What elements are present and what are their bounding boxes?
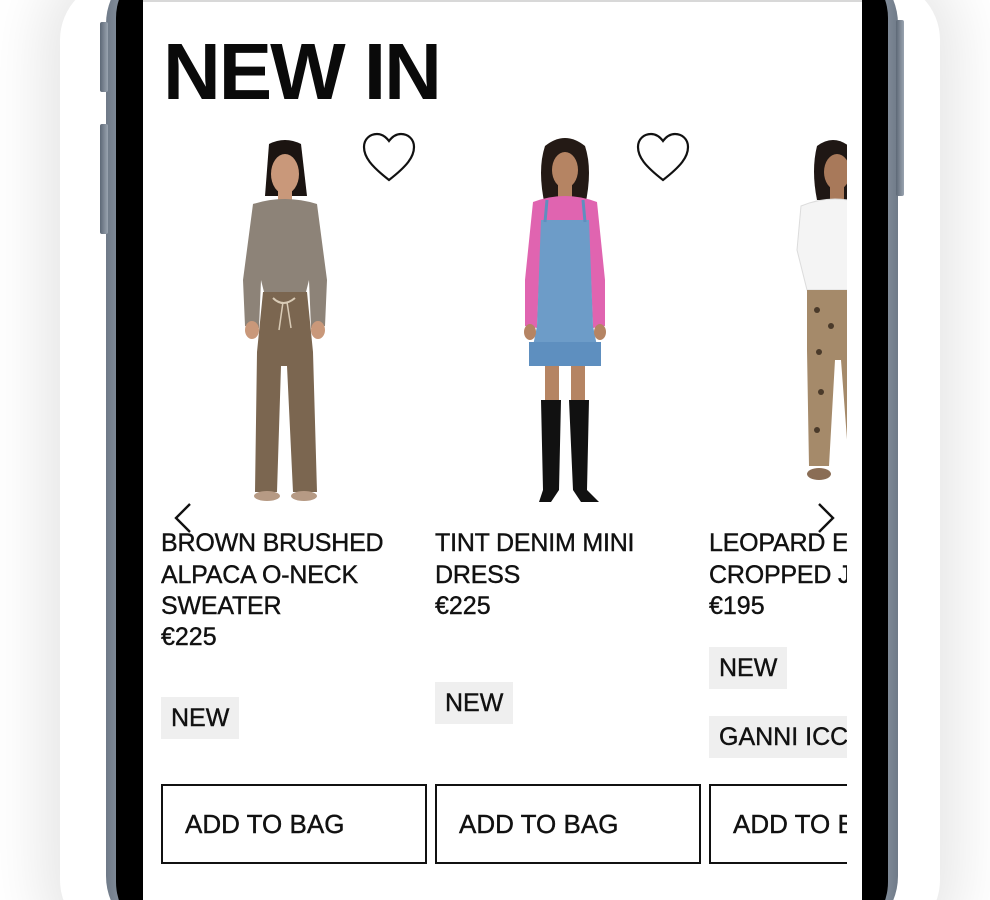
status-badge: NEW (709, 647, 788, 689)
product-image-brown-sweater[interactable] (161, 130, 427, 520)
chevron-left-icon[interactable] (168, 500, 198, 536)
product-name[interactable]: TINT DENIM MINI DRESS (435, 528, 701, 591)
product-card-1[interactable]: BROWN BRUSHED ALPACA O-NECK SWEATER €225… (161, 130, 427, 870)
chevron-right-icon[interactable] (811, 500, 841, 536)
product-price: €225 (435, 592, 491, 620)
power-button (896, 20, 904, 196)
status-badge: NEW (161, 697, 240, 739)
product-name[interactable]: BROWN BRUSHED ALPACA O-NECK SWEATER (161, 528, 427, 623)
add-to-bag-button[interactable]: ADD TO B (709, 784, 847, 864)
product-image-denim-dress[interactable] (435, 130, 701, 520)
add-to-bag-button[interactable]: ADD TO BAG (161, 784, 427, 864)
divider (143, 0, 862, 2)
product-image-leopard-jeans[interactable] (709, 130, 847, 520)
add-to-bag-button[interactable]: ADD TO BAG (435, 784, 701, 864)
product-price: €225 (161, 623, 217, 651)
phone-screen: NEW IN BROWN BRUSHED ALPACA O-NECK SWEAT… (143, 0, 862, 900)
volume-up-button (100, 22, 108, 92)
heart-outline-icon[interactable] (361, 132, 417, 184)
page-title: NEW IN (163, 27, 442, 116)
product-carousel[interactable]: BROWN BRUSHED ALPACA O-NECK SWEATER €225… (161, 130, 847, 890)
collection-badge: GANNI ICC (709, 716, 847, 758)
product-card-2[interactable]: TINT DENIM MINI DRESS €225 NEW ADD TO BA… (435, 130, 701, 870)
heart-outline-icon[interactable] (635, 132, 691, 184)
product-price: €195 (709, 592, 765, 620)
volume-down-button (100, 124, 108, 234)
status-badge: NEW (435, 682, 514, 724)
product-name[interactable]: LEOPARD E CROPPED J (709, 528, 847, 591)
